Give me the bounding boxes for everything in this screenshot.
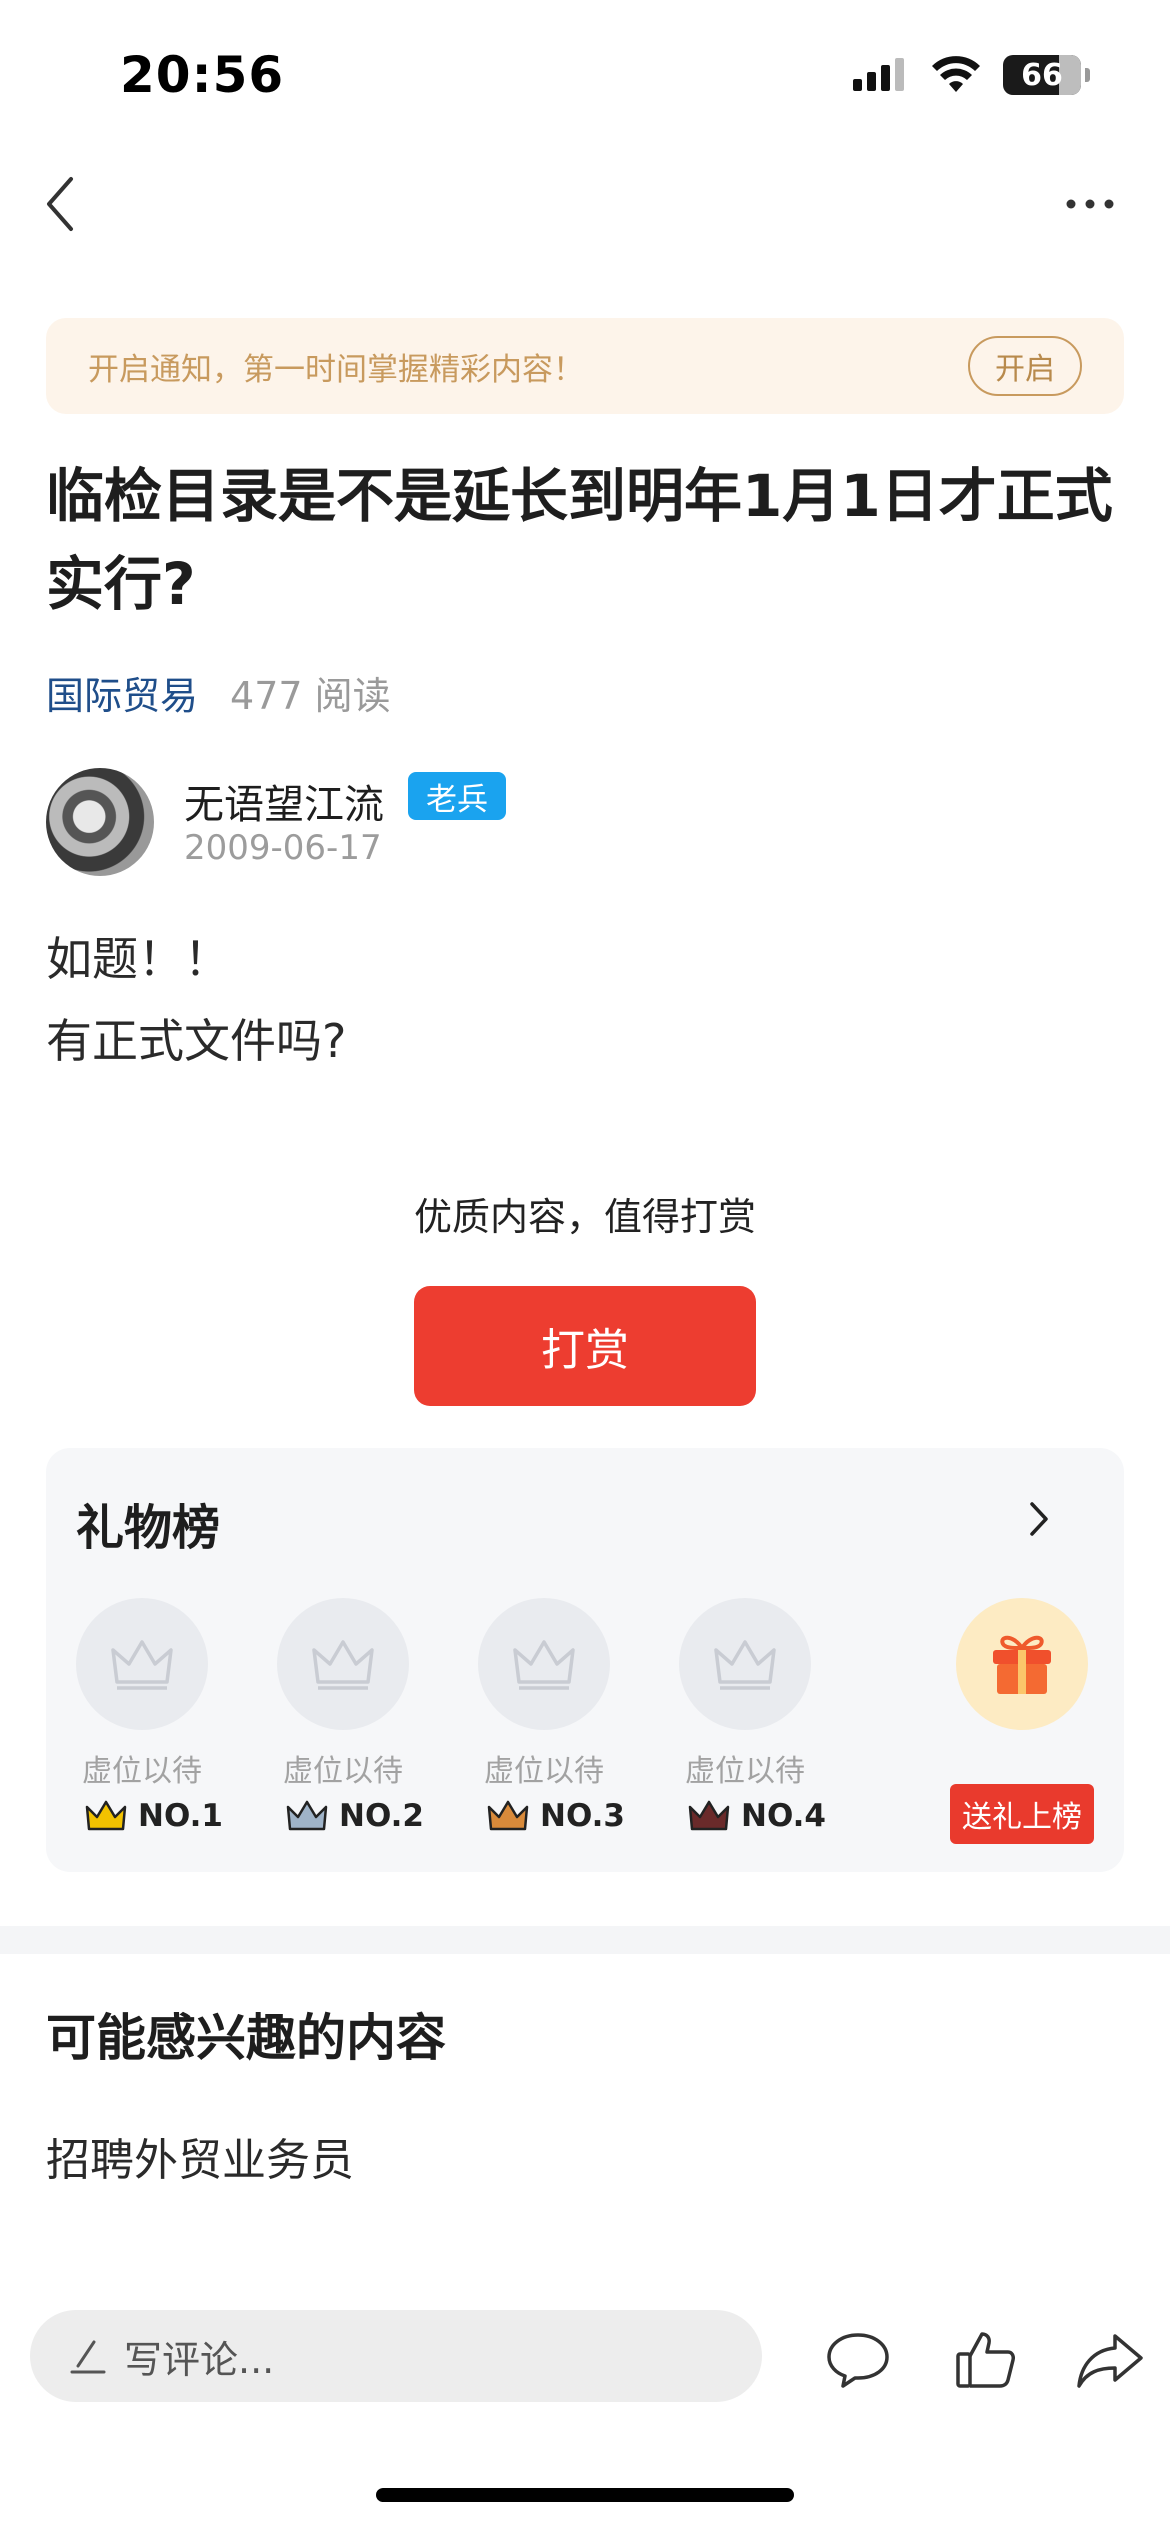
chevron-right-icon (1030, 1502, 1048, 1536)
notification-text: 开启通知，第一时间掌握精彩内容！ (88, 351, 584, 388)
like-button[interactable] (946, 2320, 1026, 2400)
slot-rank-text: NO.1 (138, 1798, 223, 1834)
slot-label: 虚位以待 (484, 1754, 604, 1789)
slot-rank-text: NO.4 (741, 1798, 826, 1834)
avatar[interactable] (46, 768, 154, 876)
reward-prompt: 优质内容，值得打赏 (413, 1195, 756, 1239)
more-button[interactable] (1050, 174, 1130, 234)
gift-board: 礼物榜 虚位以待 NO.1 虚位以待 NO.2 虚位以待 NO.3 虚位以待 N… (46, 1448, 1124, 1872)
battery-level: 66 (1021, 57, 1063, 93)
slot-rank: NO.3 (486, 1798, 625, 1834)
slot-avatar-placeholder (277, 1598, 409, 1730)
gift-slot-3[interactable]: 虚位以待 NO.3 (478, 1598, 678, 1858)
slot-avatar-placeholder (478, 1598, 610, 1730)
status-bar: 20:56 66 (0, 0, 1170, 150)
crown-icon (487, 1800, 529, 1831)
comment-icon (827, 2333, 889, 2388)
reward-button[interactable]: 打赏 (414, 1286, 756, 1406)
share-button[interactable] (1070, 2320, 1150, 2400)
notification-banner: 开启通知，第一时间掌握精彩内容！ 开启 (46, 318, 1124, 414)
body-line: 如题！！ (46, 932, 230, 986)
crown-icon (513, 1640, 575, 1690)
gift-icon (993, 1635, 1051, 1694)
author-name[interactable]: 无语望江流 (184, 772, 384, 830)
post-title: 临检目录是不是延长到明年1月1日才正式实行? (46, 462, 1113, 618)
comment-placeholder: 写评论... (124, 2337, 275, 2382)
post-meta: 国际贸易 477 阅读 (46, 665, 391, 720)
gift-slot-1[interactable]: 虚位以待 NO.1 (76, 1598, 276, 1858)
more-icon (1066, 199, 1114, 209)
back-icon (47, 177, 73, 231)
slot-rank-text: NO.3 (540, 1798, 625, 1834)
pen-icon (70, 2340, 106, 2374)
comment-input[interactable]: 写评论... (30, 2310, 762, 2402)
related-title: 可能感兴趣的内容 (46, 2009, 446, 2067)
related-item[interactable]: 招聘外贸业务员 (46, 2124, 354, 2188)
gift-slot-4[interactable]: 虚位以待 NO.4 (679, 1598, 879, 1858)
slot-label: 虚位以待 (685, 1754, 805, 1789)
slot-avatar-placeholder (76, 1598, 208, 1730)
post-date: 2009-06-17 (184, 828, 382, 868)
status-icons: 66 (853, 55, 1090, 95)
home-indicator (376, 2488, 794, 2502)
wifi-icon (932, 56, 980, 92)
crown-icon (111, 1640, 173, 1690)
crown-icon (85, 1800, 127, 1831)
battery-tip (1085, 68, 1090, 82)
slot-rank-text: NO.2 (339, 1798, 424, 1834)
gift-slot-2[interactable]: 虚位以待 NO.2 (277, 1598, 477, 1858)
gift-board-more-button[interactable] (1014, 1494, 1064, 1544)
battery-icon: 66 (1003, 55, 1081, 95)
crown-icon (688, 1800, 730, 1831)
comment-button[interactable] (818, 2320, 898, 2400)
slot-label: 虚位以待 (283, 1754, 403, 1789)
category-link[interactable]: 国际贸易 (46, 665, 198, 720)
section-divider (0, 1926, 1170, 1954)
status-time: 20:56 (120, 46, 285, 104)
share-icon (1077, 2334, 1143, 2388)
slot-avatar-placeholder (679, 1598, 811, 1730)
crown-icon (286, 1800, 328, 1831)
crown-icon (714, 1640, 776, 1690)
author-badge: 老兵 (408, 772, 506, 820)
post-body: 如题！！ 有正式文件吗? (46, 918, 346, 1082)
send-gift-button[interactable]: 送礼上榜 (950, 1784, 1094, 1844)
crown-icon (312, 1640, 374, 1690)
back-button[interactable] (30, 174, 90, 234)
gift-board-title: 礼物榜 (76, 1500, 221, 1556)
signal-icon (853, 58, 904, 91)
enable-notification-button[interactable]: 开启 (968, 336, 1082, 396)
slot-rank: NO.1 (84, 1798, 223, 1834)
read-count: 477 阅读 (230, 674, 391, 718)
nav-bar (0, 160, 1170, 250)
slot-label: 虚位以待 (82, 1754, 202, 1789)
gift-button[interactable] (956, 1598, 1088, 1730)
like-icon (956, 2332, 1015, 2388)
slot-rank: NO.4 (687, 1798, 826, 1834)
slot-rank: NO.2 (285, 1798, 424, 1834)
body-line: 有正式文件吗? (46, 1014, 347, 1068)
